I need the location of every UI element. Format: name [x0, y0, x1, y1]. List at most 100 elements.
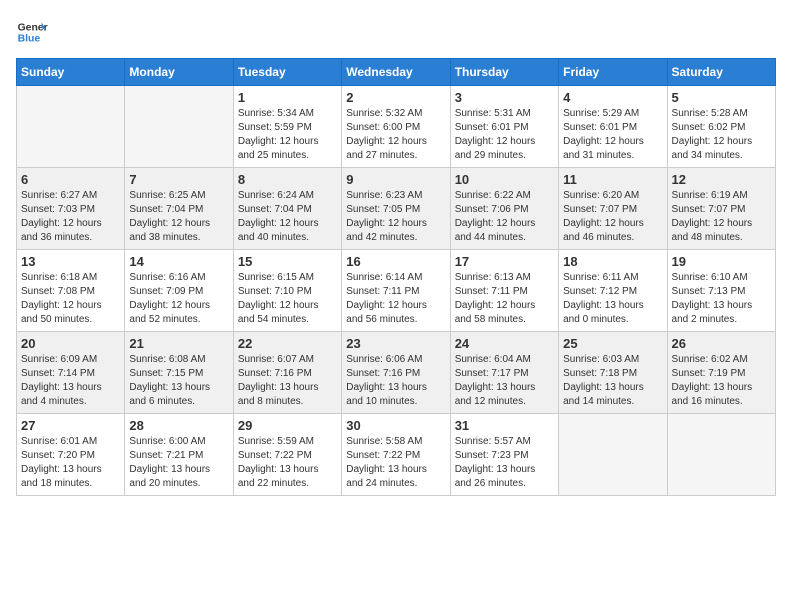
- day-number: 12: [672, 172, 771, 187]
- day-info: Sunrise: 6:01 AM Sunset: 7:20 PM Dayligh…: [21, 435, 120, 491]
- day-info: Sunrise: 6:19 AM Sunset: 7:07 PM Dayligh…: [672, 189, 771, 245]
- day-number: 9: [346, 172, 445, 187]
- day-info: Sunrise: 6:14 AM Sunset: 7:11 PM Dayligh…: [346, 271, 445, 327]
- calendar-cell: [559, 414, 667, 496]
- logo: General Blue: [16, 16, 48, 48]
- day-number: 7: [129, 172, 228, 187]
- calendar-cell: 17Sunrise: 6:13 AM Sunset: 7:11 PM Dayli…: [450, 250, 558, 332]
- calendar-cell: 8 Sunrise: 6:24 AM Sunset: 7:04 PM Daylig…: [233, 168, 341, 250]
- day-info: Sunrise: 6:04 AM Sunset: 7:17 PM Dayligh…: [455, 353, 554, 409]
- calendar-cell: 23 Sunrise: 6:06 AM Sunset: 7:16 PM Dayli…: [342, 332, 450, 414]
- day-number: 21: [129, 336, 228, 351]
- day-info: Sunrise: 5:34 AM Sunset: 5:59 PM Dayligh…: [238, 107, 337, 163]
- calendar-cell: 27 Sunrise: 6:01 AM Sunset: 7:20 PM Dayli…: [17, 414, 125, 496]
- calendar-cell: 15 Sunrise: 6:15 AM Sunset: 7:10 PM Dayli…: [233, 250, 341, 332]
- day-number: 23: [346, 336, 445, 351]
- day-header-wednesday: Wednesday: [342, 59, 450, 86]
- day-info: Sunrise: 5:59 AM Sunset: 7:22 PM Dayligh…: [238, 435, 337, 491]
- day-info: Sunrise: 5:28 AM Sunset: 6:02 PM Dayligh…: [672, 107, 771, 163]
- day-number: 17: [455, 254, 554, 269]
- day-number: 24: [455, 336, 554, 351]
- day-number: 2: [346, 90, 445, 105]
- day-info: Sunrise: 6:10 AM Sunset: 7:13 PM Dayligh…: [672, 271, 771, 327]
- day-info: Sunrise: 6:11 AM Sunset: 7:12 PM Dayligh…: [563, 271, 662, 327]
- day-number: 14: [129, 254, 228, 269]
- day-info: Sunrise: 6:18 AM Sunset: 7:08 PM Dayligh…: [21, 271, 120, 327]
- day-header-sunday: Sunday: [17, 59, 125, 86]
- logo-icon: General Blue: [16, 16, 48, 48]
- calendar-cell: 16 Sunrise: 6:14 AM Sunset: 7:11 PM Dayli…: [342, 250, 450, 332]
- day-info: Sunrise: 6:16 AM Sunset: 7:09 PM Dayligh…: [129, 271, 228, 327]
- day-number: 26: [672, 336, 771, 351]
- day-info: Sunrise: 5:57 AM Sunset: 7:23 PM Dayligh…: [455, 435, 554, 491]
- day-info: Sunrise: 6:15 AM Sunset: 7:10 PM Dayligh…: [238, 271, 337, 327]
- day-info: Sunrise: 5:31 AM Sunset: 6:01 PM Dayligh…: [455, 107, 554, 163]
- day-number: 22: [238, 336, 337, 351]
- day-number: 31: [455, 418, 554, 433]
- day-info: Sunrise: 5:29 AM Sunset: 6:01 PM Dayligh…: [563, 107, 662, 163]
- day-number: 15: [238, 254, 337, 269]
- day-header-friday: Friday: [559, 59, 667, 86]
- calendar-week-row: 6 Sunrise: 6:27 AM Sunset: 7:03 PM Daylig…: [17, 168, 776, 250]
- calendar-cell: [125, 86, 233, 168]
- day-number: 5: [672, 90, 771, 105]
- day-info: Sunrise: 6:22 AM Sunset: 7:06 PM Dayligh…: [455, 189, 554, 245]
- calendar-cell: 25Sunrise: 6:03 AM Sunset: 7:18 PM Dayli…: [559, 332, 667, 414]
- calendar-cell: 1Sunrise: 5:34 AM Sunset: 5:59 PM Daylig…: [233, 86, 341, 168]
- calendar-cell: 2 Sunrise: 5:32 AM Sunset: 6:00 PM Daylig…: [342, 86, 450, 168]
- day-number: 13: [21, 254, 120, 269]
- calendar-cell: 28 Sunrise: 6:00 AM Sunset: 7:21 PM Dayli…: [125, 414, 233, 496]
- calendar-cell: 10 Sunrise: 6:22 AM Sunset: 7:06 PM Dayli…: [450, 168, 558, 250]
- day-info: Sunrise: 6:27 AM Sunset: 7:03 PM Dayligh…: [21, 189, 120, 245]
- day-info: Sunrise: 6:07 AM Sunset: 7:16 PM Dayligh…: [238, 353, 337, 409]
- day-info: Sunrise: 6:03 AM Sunset: 7:18 PM Dayligh…: [563, 353, 662, 409]
- day-header-monday: Monday: [125, 59, 233, 86]
- day-number: 6: [21, 172, 120, 187]
- svg-text:Blue: Blue: [18, 34, 41, 45]
- day-number: 8: [238, 172, 337, 187]
- day-header-saturday: Saturday: [667, 59, 775, 86]
- day-number: 4: [563, 90, 662, 105]
- calendar-week-row: 13 Sunrise: 6:18 AM Sunset: 7:08 PM Dayli…: [17, 250, 776, 332]
- day-number: 27: [21, 418, 120, 433]
- day-header-tuesday: Tuesday: [233, 59, 341, 86]
- calendar-cell: [17, 86, 125, 168]
- day-number: 28: [129, 418, 228, 433]
- day-number: 20: [21, 336, 120, 351]
- day-info: Sunrise: 6:06 AM Sunset: 7:16 PM Dayligh…: [346, 353, 445, 409]
- calendar-cell: 30Sunrise: 5:58 AM Sunset: 7:22 PM Dayli…: [342, 414, 450, 496]
- page-header: General Blue: [16, 16, 776, 48]
- day-number: 10: [455, 172, 554, 187]
- calendar-cell: 12 Sunrise: 6:19 AM Sunset: 7:07 PM Dayli…: [667, 168, 775, 250]
- calendar-cell: 11 Sunrise: 6:20 AM Sunset: 7:07 PM Dayli…: [559, 168, 667, 250]
- calendar-cell: 21 Sunrise: 6:08 AM Sunset: 7:15 PM Dayli…: [125, 332, 233, 414]
- calendar-cell: [667, 414, 775, 496]
- calendar-cell: 3 Sunrise: 5:31 AM Sunset: 6:01 PM Daylig…: [450, 86, 558, 168]
- calendar-cell: 31 Sunrise: 5:57 AM Sunset: 7:23 PM Dayli…: [450, 414, 558, 496]
- calendar-cell: 29Sunrise: 5:59 AM Sunset: 7:22 PM Dayli…: [233, 414, 341, 496]
- calendar-cell: 20 Sunrise: 6:09 AM Sunset: 7:14 PM Dayli…: [17, 332, 125, 414]
- calendar-cell: 5 Sunrise: 5:28 AM Sunset: 6:02 PM Daylig…: [667, 86, 775, 168]
- day-info: Sunrise: 5:58 AM Sunset: 7:22 PM Dayligh…: [346, 435, 445, 491]
- day-number: 16: [346, 254, 445, 269]
- day-info: Sunrise: 6:08 AM Sunset: 7:15 PM Dayligh…: [129, 353, 228, 409]
- calendar-table: SundayMondayTuesdayWednesdayThursdayFrid…: [16, 58, 776, 496]
- day-info: Sunrise: 6:02 AM Sunset: 7:19 PM Dayligh…: [672, 353, 771, 409]
- day-number: 11: [563, 172, 662, 187]
- calendar-week-row: 20 Sunrise: 6:09 AM Sunset: 7:14 PM Dayli…: [17, 332, 776, 414]
- day-header-thursday: Thursday: [450, 59, 558, 86]
- day-info: Sunrise: 6:00 AM Sunset: 7:21 PM Dayligh…: [129, 435, 228, 491]
- day-number: 3: [455, 90, 554, 105]
- day-info: Sunrise: 6:09 AM Sunset: 7:14 PM Dayligh…: [21, 353, 120, 409]
- calendar-week-row: 27 Sunrise: 6:01 AM Sunset: 7:20 PM Dayli…: [17, 414, 776, 496]
- calendar-cell: 19Sunrise: 6:10 AM Sunset: 7:13 PM Dayli…: [667, 250, 775, 332]
- calendar-cell: 14 Sunrise: 6:16 AM Sunset: 7:09 PM Dayli…: [125, 250, 233, 332]
- calendar-cell: 7Sunrise: 6:25 AM Sunset: 7:04 PM Daylig…: [125, 168, 233, 250]
- day-info: Sunrise: 5:32 AM Sunset: 6:00 PM Dayligh…: [346, 107, 445, 163]
- calendar-cell: 18Sunrise: 6:11 AM Sunset: 7:12 PM Dayli…: [559, 250, 667, 332]
- day-info: Sunrise: 6:20 AM Sunset: 7:07 PM Dayligh…: [563, 189, 662, 245]
- calendar-cell: 4 Sunrise: 5:29 AM Sunset: 6:01 PM Daylig…: [559, 86, 667, 168]
- calendar-cell: 24 Sunrise: 6:04 AM Sunset: 7:17 PM Dayli…: [450, 332, 558, 414]
- calendar-cell: 9Sunrise: 6:23 AM Sunset: 7:05 PM Daylig…: [342, 168, 450, 250]
- day-info: Sunrise: 6:24 AM Sunset: 7:04 PM Dayligh…: [238, 189, 337, 245]
